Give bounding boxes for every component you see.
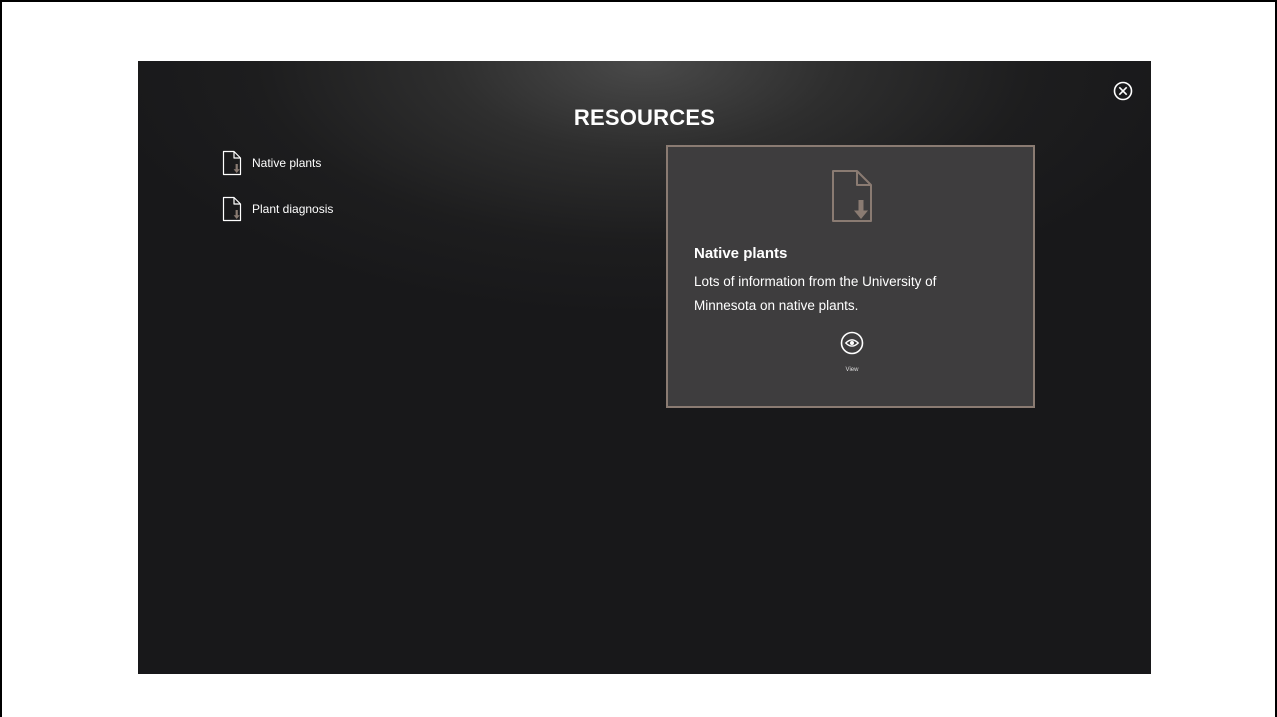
- eye-icon: [840, 331, 864, 355]
- document-download-icon: [222, 150, 242, 176]
- card-description: Lots of information from the University …: [694, 274, 937, 313]
- close-button[interactable]: [1111, 79, 1135, 103]
- resource-item-label: Plant diagnosis: [252, 202, 334, 216]
- resource-item-plant-diagnosis[interactable]: Plant diagnosis: [222, 196, 333, 222]
- view-label: View: [845, 367, 859, 373]
- card-title: Native plants: [694, 245, 788, 262]
- resource-item-native-plants[interactable]: Native plants: [222, 150, 333, 176]
- view-button[interactable]: [839, 330, 865, 356]
- resource-list: Native plants Plant diagnosis: [222, 150, 333, 242]
- screen-frame: RESOURCES Native plants Plant diagnosis …: [0, 0, 1277, 717]
- close-circle-icon: [1113, 81, 1133, 101]
- page-title: RESOURCES: [573, 105, 716, 130]
- resources-panel: RESOURCES Native plants Plant diagnosis …: [138, 61, 1151, 674]
- resource-item-label: Native plants: [252, 156, 322, 170]
- resource-detail-card: Native plants Lots of information from t…: [666, 145, 1035, 408]
- document-download-icon: [832, 170, 872, 222]
- document-download-icon: [222, 196, 242, 222]
